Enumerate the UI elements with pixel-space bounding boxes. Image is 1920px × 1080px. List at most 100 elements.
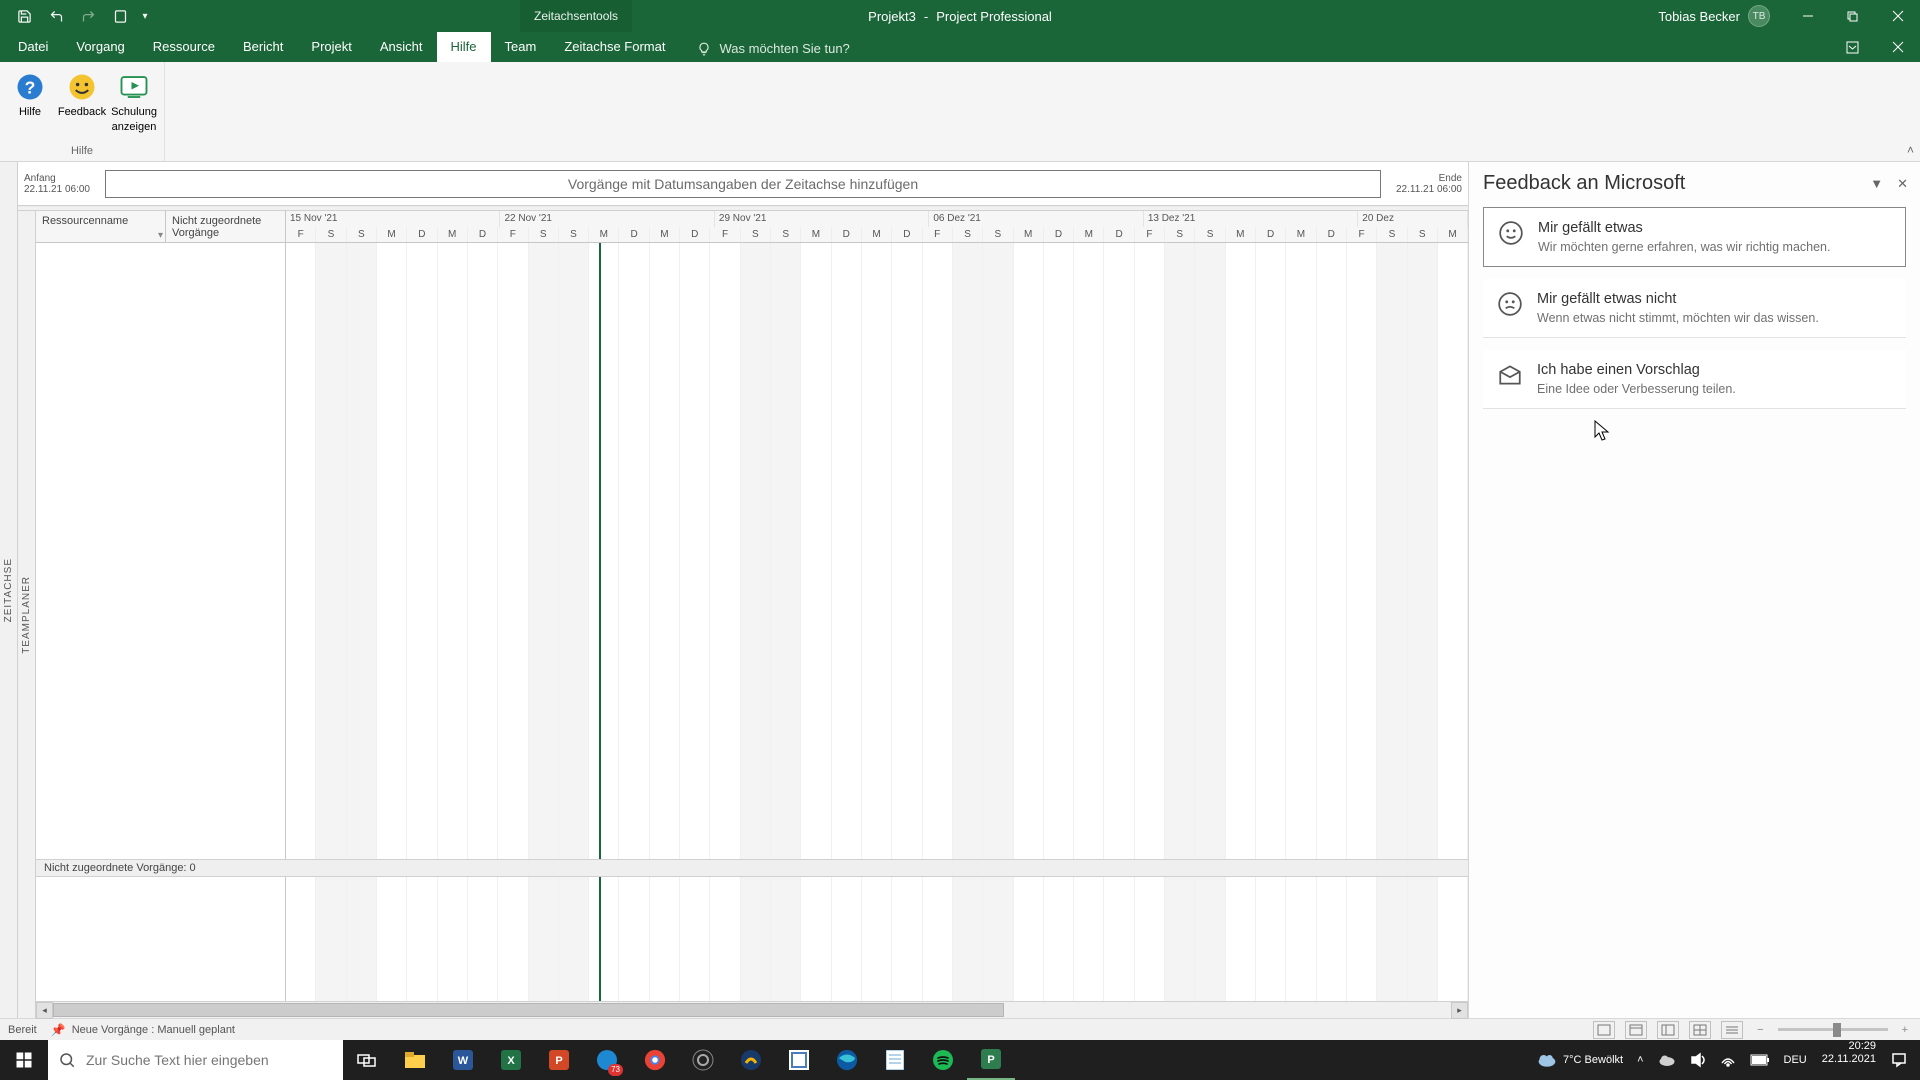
day-header: S: [1195, 227, 1225, 243]
column-unassigned-tasks[interactable]: Nicht zugeordneteVorgänge: [166, 211, 286, 242]
day-header: F: [923, 227, 953, 243]
scroll-thumb[interactable]: [53, 1003, 1004, 1017]
week-header: 29 Nov '21: [715, 211, 929, 227]
taskbar-clock[interactable]: 20:29 22.11.2021: [1814, 1040, 1884, 1080]
undo-button[interactable]: [40, 0, 72, 32]
day-header: S: [1408, 227, 1438, 243]
language-indicator[interactable]: DEU: [1777, 1040, 1814, 1080]
task-view-button[interactable]: [343, 1040, 391, 1080]
edge-icon[interactable]: [823, 1040, 871, 1080]
app-icon-1[interactable]: [727, 1040, 775, 1080]
tab-team[interactable]: Team: [491, 32, 551, 62]
obs-icon[interactable]: [679, 1040, 727, 1080]
timeline-placeholder-box[interactable]: Vorgänge mit Datumsangaben der Zeitachse…: [105, 170, 1381, 198]
status-ready: Bereit: [8, 1024, 37, 1036]
pin-icon[interactable]: 📌: [51, 1023, 66, 1037]
onedrive-icon[interactable]: [1651, 1040, 1683, 1080]
zoom-in-button[interactable]: +: [1898, 1024, 1912, 1036]
view-button-1[interactable]: [1593, 1021, 1615, 1039]
teamplanner-body[interactable]: [36, 243, 1468, 859]
excel-icon[interactable]: X: [487, 1040, 535, 1080]
unassigned-bar[interactable]: Nicht zugeordnete Vorgänge: 0: [36, 859, 1468, 877]
tab-ansicht[interactable]: Ansicht: [366, 32, 437, 62]
spotify-icon[interactable]: [919, 1040, 967, 1080]
ribbon-group-label: Hilfe: [6, 145, 158, 159]
zoom-thumb[interactable]: [1833, 1023, 1841, 1037]
powerpoint-icon[interactable]: P: [535, 1040, 583, 1080]
timeline-side-label[interactable]: ZEITACHSE: [0, 162, 18, 1018]
app-icon-2[interactable]: [775, 1040, 823, 1080]
save-button[interactable]: [8, 0, 40, 32]
day-header: M: [801, 227, 831, 243]
titlebar: ▾ Zeitachsentools Projekt3 - Project Pro…: [0, 0, 1920, 32]
close-button[interactable]: [1875, 0, 1920, 32]
day-header: D: [619, 227, 649, 243]
timeline-start-cap: Anfang 22.11.21 06:00: [24, 173, 99, 195]
teamplanner-side-label[interactable]: TEAMPLANER: [18, 211, 36, 1018]
feedback-option-title: Ich habe einen Vorschlag: [1537, 362, 1736, 378]
tab-hilfe[interactable]: Hilfe: [437, 32, 491, 62]
view-button-4[interactable]: [1689, 1021, 1711, 1039]
teamplanner-bottom[interactable]: [36, 877, 1468, 1001]
chevron-down-icon[interactable]: ▾: [158, 230, 163, 241]
column-resource-name[interactable]: Ressourcenname ▾: [36, 211, 166, 242]
edge-legacy-icon[interactable]: 73: [583, 1040, 631, 1080]
tell-me-search[interactable]: Was möchten Sie tun?: [697, 35, 849, 62]
minimize-button[interactable]: [1785, 0, 1830, 32]
collapse-ribbon-button[interactable]: ˄: [1907, 143, 1914, 157]
action-center-icon[interactable]: [1884, 1040, 1914, 1080]
day-header: S: [1377, 227, 1407, 243]
play-icon: [117, 70, 151, 104]
start-button[interactable]: [0, 1040, 48, 1080]
network-icon[interactable]: [1713, 1040, 1743, 1080]
day-header: S: [983, 227, 1013, 243]
tab-bericht[interactable]: Bericht: [229, 32, 297, 62]
zoom-out-button[interactable]: −: [1753, 1024, 1767, 1036]
word-icon[interactable]: W: [439, 1040, 487, 1080]
explorer-icon[interactable]: [391, 1040, 439, 1080]
tab-zeitachse-format[interactable]: Zeitachse Format: [550, 32, 679, 62]
timeline-strip[interactable]: Anfang 22.11.21 06:00 Vorgänge mit Datum…: [18, 162, 1468, 206]
status-new-tasks[interactable]: Neue Vorgänge : Manuell geplant: [72, 1024, 235, 1036]
feedback-button[interactable]: Feedback: [58, 66, 106, 119]
feedback-option-suggestion[interactable]: Ich habe einen Vorschlag Eine Idee oder …: [1483, 350, 1906, 409]
qat-customize-button[interactable]: [104, 0, 136, 32]
feedback-option-dislike[interactable]: Mir gefällt etwas nicht Wenn etwas nicht…: [1483, 279, 1906, 338]
timescale-header[interactable]: 15 Nov '2122 Nov '2129 Nov '2106 Dez '21…: [286, 211, 1468, 242]
day-header: D: [1104, 227, 1134, 243]
taskbar-search[interactable]: [48, 1040, 343, 1080]
qat-more-button[interactable]: ▾: [136, 0, 154, 32]
svg-text:X: X: [507, 1055, 515, 1067]
notepad-icon[interactable]: [871, 1040, 919, 1080]
show-desktop-button[interactable]: [1914, 1040, 1920, 1080]
view-button-5[interactable]: [1721, 1021, 1743, 1039]
account-area[interactable]: Tobias Becker TB: [1658, 5, 1770, 27]
feedback-option-like[interactable]: Mir gefällt etwas Wir möchten gerne erfa…: [1483, 207, 1906, 267]
taskbar-search-input[interactable]: [86, 1052, 333, 1068]
training-button[interactable]: Schulung anzeigen: [110, 66, 158, 133]
maximize-button[interactable]: [1830, 0, 1875, 32]
chrome-icon[interactable]: [631, 1040, 679, 1080]
tab-ressource[interactable]: Ressource: [139, 32, 229, 62]
redo-button[interactable]: [72, 0, 104, 32]
ribbon-display-options-button[interactable]: [1830, 32, 1875, 62]
view-button-2[interactable]: [1625, 1021, 1647, 1039]
scroll-left-button[interactable]: ◂: [36, 1002, 53, 1019]
app-close-button[interactable]: [1875, 32, 1920, 62]
tab-datei[interactable]: Datei: [4, 32, 62, 62]
tab-projekt[interactable]: Projekt: [297, 32, 365, 62]
help-button[interactable]: ? Hilfe: [6, 66, 54, 119]
tab-vorgang[interactable]: Vorgang: [62, 32, 138, 62]
view-button-3[interactable]: [1657, 1021, 1679, 1039]
horizontal-scrollbar[interactable]: ◂ ▸: [36, 1001, 1468, 1018]
weather-widget[interactable]: 7°C Bewölkt: [1530, 1040, 1630, 1080]
zoom-slider[interactable]: [1778, 1028, 1888, 1031]
pane-close-button[interactable]: ✕: [1897, 176, 1908, 192]
pane-options-button[interactable]: ▼: [1870, 176, 1883, 191]
volume-icon[interactable]: [1683, 1040, 1713, 1080]
project-icon[interactable]: P: [967, 1040, 1015, 1080]
scroll-right-button[interactable]: ▸: [1451, 1002, 1468, 1019]
battery-icon[interactable]: [1743, 1040, 1777, 1080]
tray-expand-icon[interactable]: ˄: [1630, 1040, 1650, 1080]
day-header: M: [438, 227, 468, 243]
